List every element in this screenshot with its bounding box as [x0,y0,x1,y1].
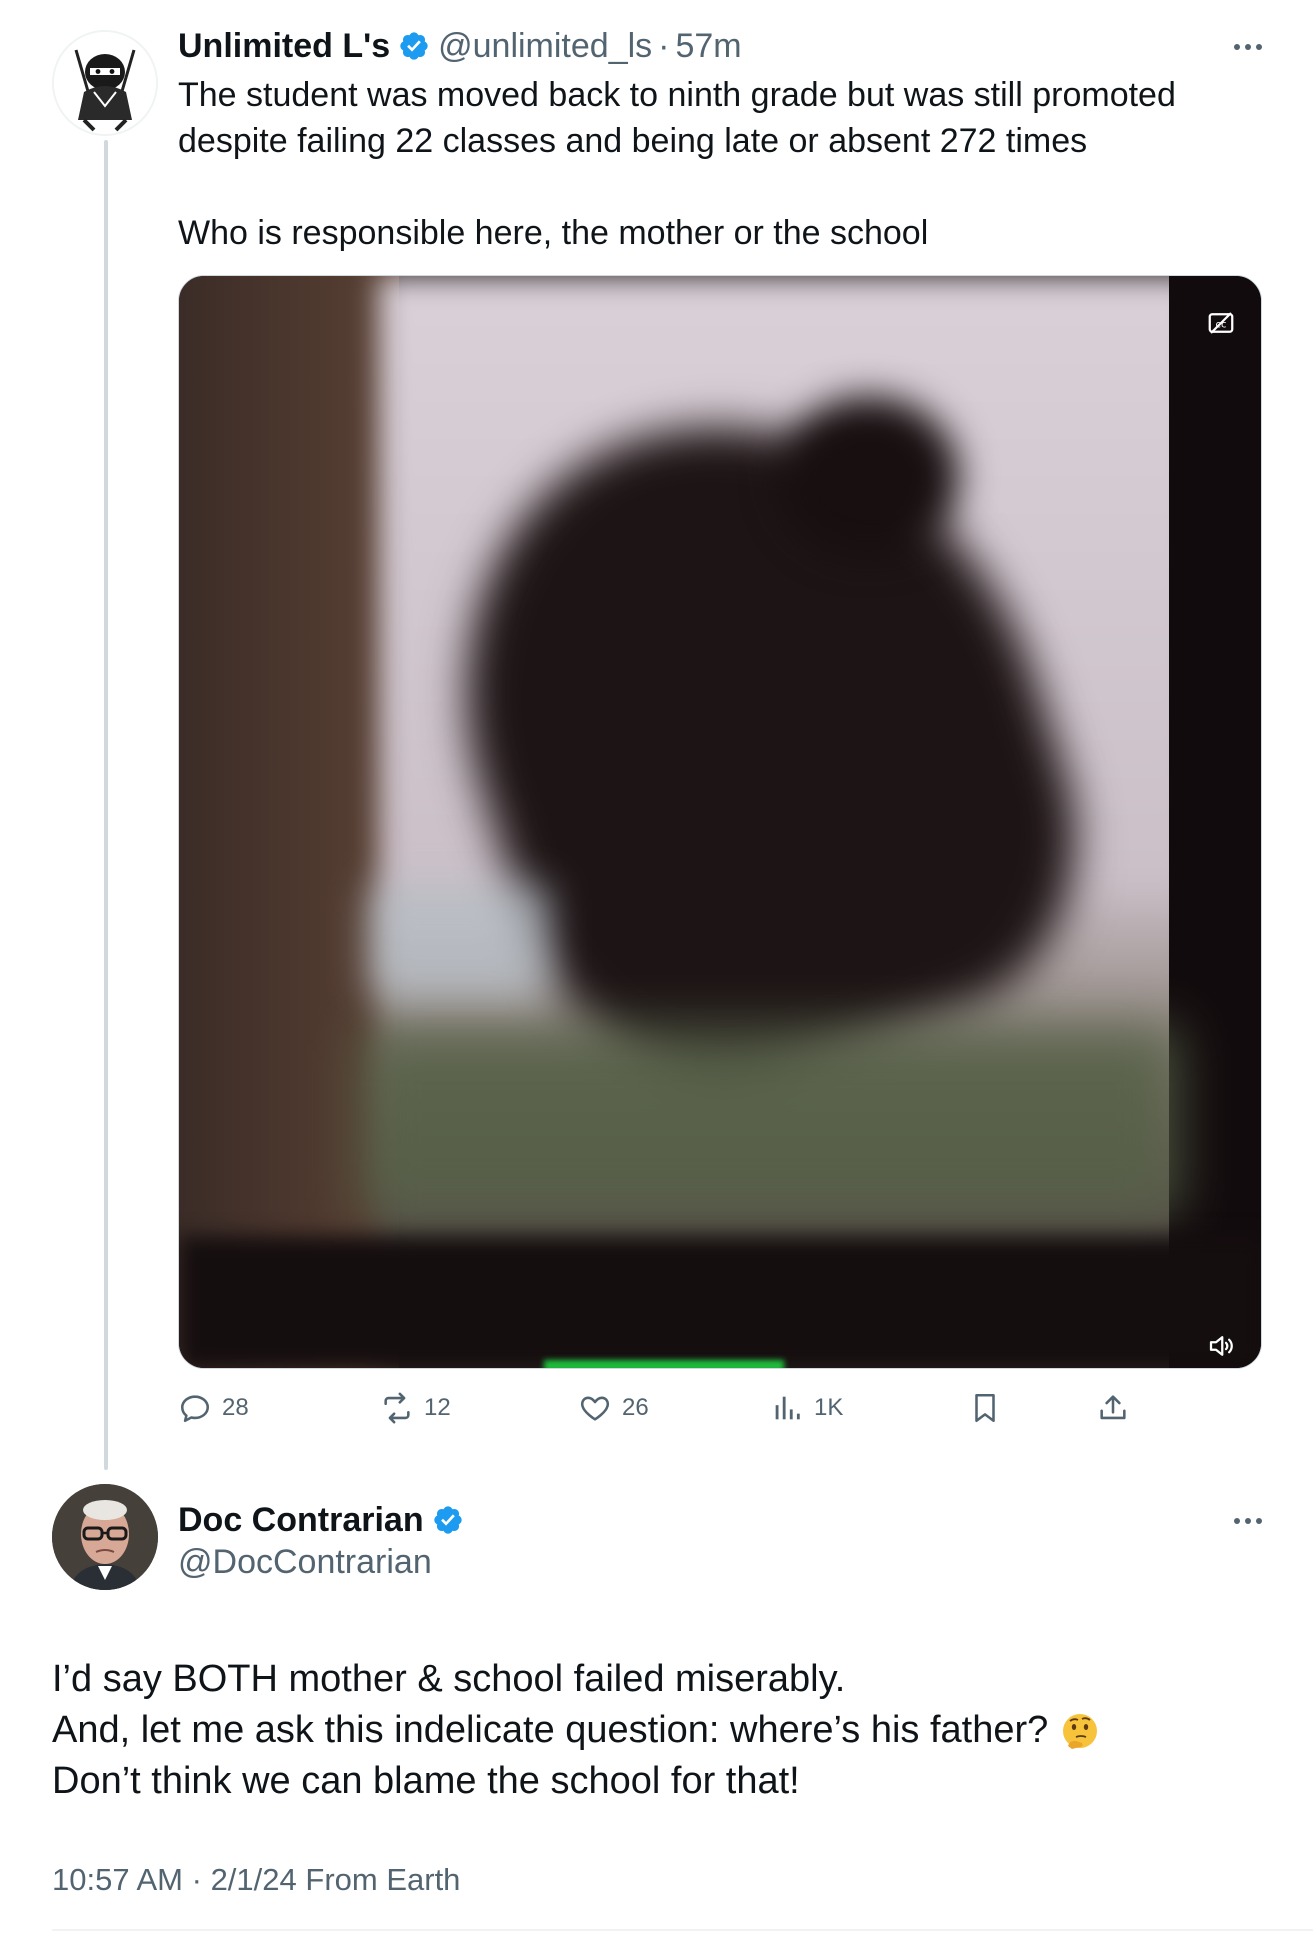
video-frame-paper [369,886,549,996]
repost-button[interactable]: 12 [380,1385,451,1431]
profile-photo-icon [52,1484,158,1590]
post-source: From Earth [305,1862,461,1897]
post-date[interactable]: 2/1/24 [211,1862,297,1897]
dot-icon [1245,44,1251,50]
post-time[interactable]: 10:57 AM [52,1862,183,1897]
post-text-line-3: Who is responsible here, the mother or t… [178,214,929,252]
dot-icon [1234,1518,1240,1524]
handle[interactable]: @DocContrarian [178,1538,432,1586]
verified-badge-icon [400,32,428,60]
closed-captions-icon: cc [1208,312,1234,334]
reply-text-line-2-text: And, let me ask this indelicate question… [52,1709,1049,1751]
separator: · [658,27,670,65]
display-name[interactable]: Unlimited L's [178,22,390,70]
ninja-avatar-icon [54,32,156,134]
volume-button[interactable] [1201,1326,1241,1366]
reply-button[interactable]: 28 [178,1385,249,1431]
post-text-line-1: The student was moved back to ninth grad… [178,76,1176,114]
dot-icon [1234,44,1240,50]
share-button[interactable] [1096,1385,1130,1431]
svg-text:cc: cc [1216,319,1227,330]
analytics-icon [775,1396,800,1420]
thinking-face-icon [1063,1713,1098,1749]
views-button[interactable]: 1K [770,1385,843,1431]
share-icon [1100,1395,1126,1420]
display-name[interactable]: Doc Contrarian [178,1496,424,1544]
separator: · [191,1862,202,1897]
closed-captions-button[interactable]: cc [1201,303,1241,343]
video-frame-head [779,396,959,556]
view-count: 1K [814,1394,844,1421]
reply-text: I’d say BOTH mother & school failed mise… [52,1654,1272,1807]
more-options-button[interactable] [1234,1518,1262,1524]
reply-author: Doc Contrarian [178,1496,472,1544]
action-bar: 28 12 26 1K [178,1385,1178,1431]
video-player[interactable]: cc [178,275,1262,1369]
thread-line [104,140,108,1470]
dot-icon [1245,1518,1251,1524]
bookmark-icon [975,1393,995,1423]
like-button[interactable]: 26 [578,1385,649,1431]
more-options-button[interactable] [1234,44,1262,50]
post-text-line-2: despite failing 22 classes and being lat… [178,122,1088,160]
avatar[interactable] [52,1484,158,1590]
dot-icon [1256,44,1262,50]
repost-count: 12 [424,1394,451,1421]
volume-icon [1209,1336,1233,1356]
video-frame-desk [359,1026,1179,1216]
reply-text-line-3: Don’t think we can blame the school for … [52,1760,800,1802]
verified-badge-icon [433,1506,462,1534]
divider [52,1929,1313,1931]
post-metadata: 10:57 AM · 2/1/24 From Earth [52,1862,460,1898]
heart-icon [580,1396,610,1421]
timestamp[interactable]: 57m [675,22,741,70]
repost-icon [384,1392,410,1424]
like-count: 26 [622,1394,649,1421]
reply-count: 28 [222,1394,249,1421]
post-header: Unlimited L's @unlimited_ls · 57m [178,22,742,70]
video-frame-caption-text [544,1360,784,1368]
handle[interactable]: @unlimited_ls [438,22,652,70]
avatar[interactable] [52,30,158,136]
reply-icon [180,1395,210,1423]
bookmark-button[interactable] [968,1385,1002,1431]
reply-text-line-2: And, let me ask this indelicate question… [52,1705,1272,1756]
reply-text-line-1: I’d say BOTH mother & school failed mise… [52,1658,846,1700]
video-frame-floor [179,1236,1261,1368]
dot-icon [1256,1518,1262,1524]
video-frame-edge [1169,276,1261,1368]
